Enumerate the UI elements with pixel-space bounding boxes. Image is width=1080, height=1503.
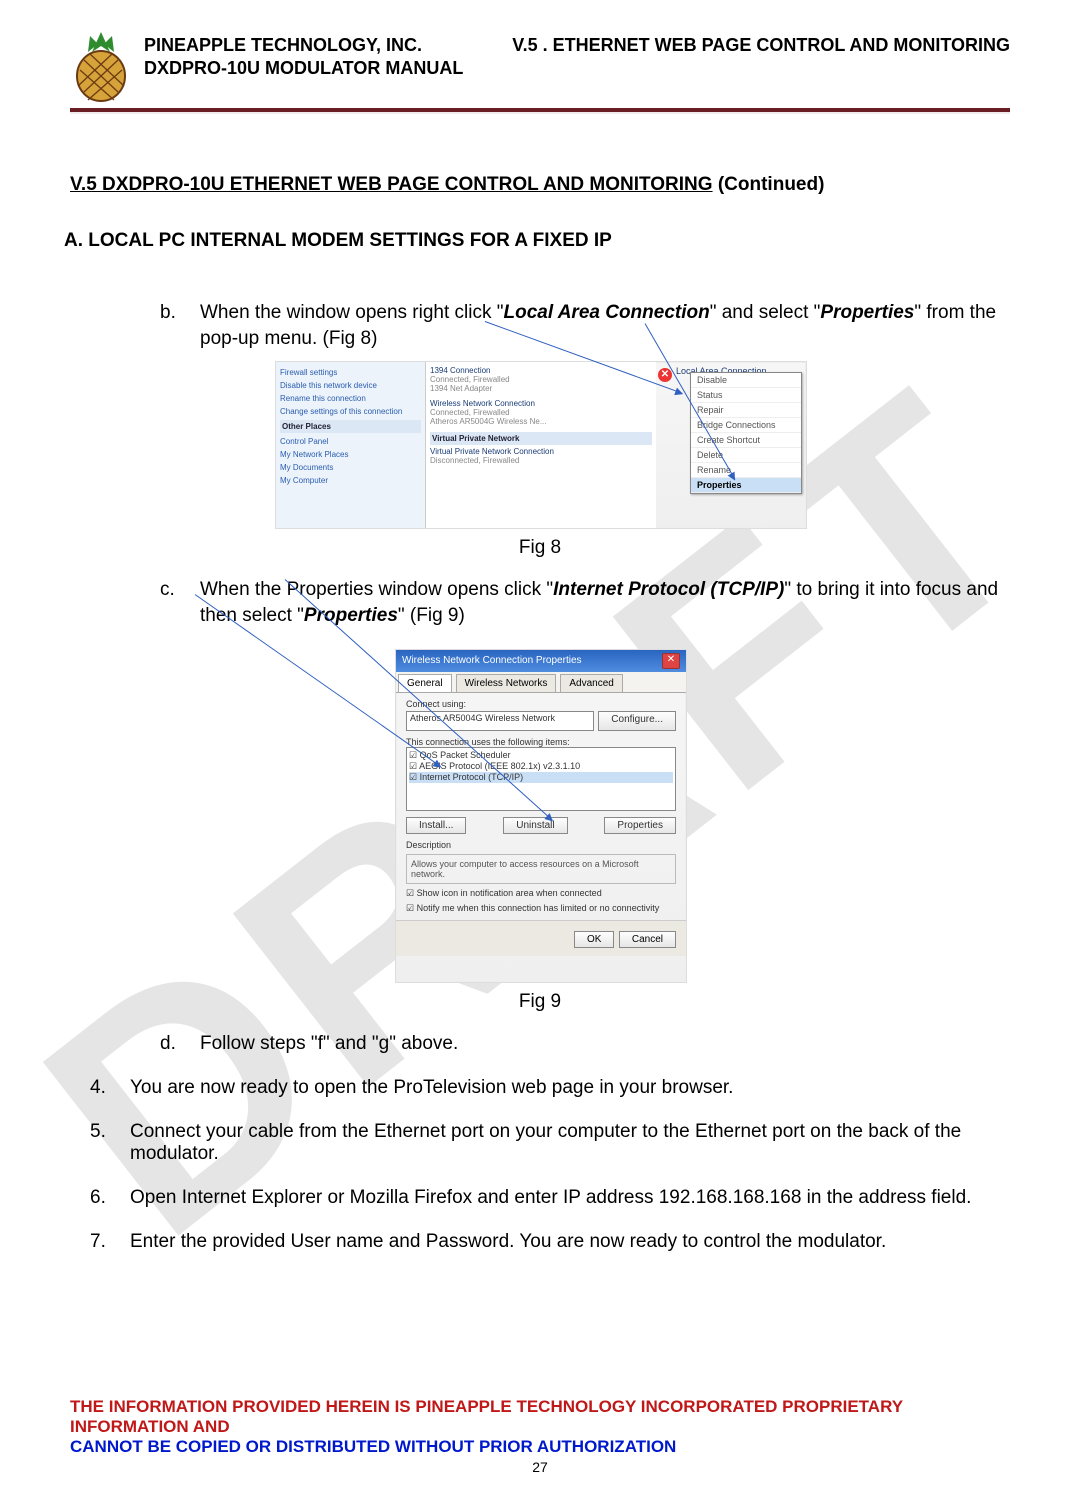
- chapter-title: V.5 . ETHERNET WEB PAGE CONTROL AND MONI…: [512, 34, 1010, 81]
- step-7: 7.Enter the provided User name and Passw…: [90, 1231, 1010, 1253]
- fig8-place: Control Panel: [280, 435, 421, 448]
- fig9-ok-button: OK: [574, 931, 614, 948]
- fig8-task: Rename this connection: [280, 392, 421, 405]
- fig8-context-menu: Disable Status Repair Bridge Connections…: [690, 372, 802, 494]
- properties-term-2: Properties: [304, 605, 398, 626]
- fig9-install-button: Install...: [406, 817, 466, 834]
- step-6: 6.Open Internet Explorer or Mozilla Fire…: [90, 1187, 1010, 1209]
- close-icon: ✕: [662, 653, 680, 669]
- page-footer: THE INFORMATION PROVIDED HEREIN IS PINEA…: [0, 1397, 1080, 1475]
- step-b-marker: b.: [160, 300, 182, 351]
- local-area-connection-term: Local Area Connection: [504, 302, 710, 323]
- subsection-a: A. LOCAL PC INTERNAL MODEM SETTINGS FOR …: [64, 230, 1010, 252]
- figure-9: Wireless Network Connection Properties ✕…: [395, 649, 687, 983]
- fig8-place: My Computer: [280, 474, 421, 487]
- fig9-items-list: ☑ QoS Packet Scheduler ☑ AEGIS Protocol …: [406, 747, 676, 811]
- fig9-uninstall-button: Uninstall: [503, 817, 567, 834]
- properties-term: Properties: [820, 302, 914, 323]
- fig9-title: Wireless Network Connection Properties: [402, 650, 582, 672]
- footer-line-2: CANNOT BE COPIED OR DISTRIBUTED WITHOUT …: [70, 1437, 1010, 1457]
- figure-9-caption: Fig 9: [70, 991, 1010, 1013]
- fig9-cancel-button: Cancel: [619, 931, 676, 948]
- fig9-adapter-field: Atheros AR5004G Wireless Network: [406, 711, 594, 731]
- pineapple-logo-icon: [70, 30, 132, 102]
- footer-line-1: THE INFORMATION PROVIDED HEREIN IS PINEA…: [70, 1397, 1010, 1437]
- fig9-tab-wireless: Wireless Networks: [456, 674, 557, 692]
- step-4: 4.You are now ready to open the ProTelev…: [90, 1077, 1010, 1099]
- fig9-tab-advanced: Advanced: [560, 674, 622, 692]
- figure-8-caption: Fig 8: [70, 537, 1010, 559]
- section-title: V.5 DXDPRO-10U ETHERNET WEB PAGE CONTROL…: [70, 174, 1010, 196]
- fig8-task: Disable this network device: [280, 379, 421, 392]
- fig8-place: My Documents: [280, 461, 421, 474]
- page-number: 27: [70, 1459, 1010, 1475]
- step-b: b. When the window opens right click "Lo…: [160, 300, 1010, 351]
- fig9-tab-general: General: [398, 674, 452, 692]
- figure-8: Firewall settings Disable this network d…: [275, 361, 807, 529]
- fig8-task: Change settings of this connection: [280, 405, 421, 418]
- fig9-description: Allows your computer to access resources…: [406, 854, 676, 884]
- fig9-configure-button: Configure...: [598, 711, 676, 731]
- step-c-marker: c.: [160, 577, 182, 628]
- manual-name: DXDPRO-10U MODULATOR MANUAL: [144, 57, 463, 80]
- disabled-x-icon: ✕: [658, 368, 672, 382]
- fig8-task: Firewall settings: [280, 366, 421, 379]
- company-name: PINEAPPLE TECHNOLOGY, INC.: [144, 34, 463, 57]
- fig8-place: My Network Places: [280, 448, 421, 461]
- step-c: c. When the Properties window opens clic…: [160, 577, 1010, 628]
- page-header: PINEAPPLE TECHNOLOGY, INC. DXDPRO-10U MO…: [70, 30, 1010, 102]
- header-rule: [70, 108, 1010, 114]
- step-d: d. Follow steps "f" and "g" above.: [160, 1033, 1010, 1055]
- step-5: 5.Connect your cable from the Ethernet p…: [90, 1121, 1010, 1165]
- fig8-menu-properties: Properties: [691, 478, 801, 493]
- tcpip-term: Internet Protocol (TCP/IP): [553, 579, 784, 600]
- fig8-other-places-header: Other Places: [280, 420, 421, 433]
- fig9-properties-button: Properties: [604, 817, 676, 834]
